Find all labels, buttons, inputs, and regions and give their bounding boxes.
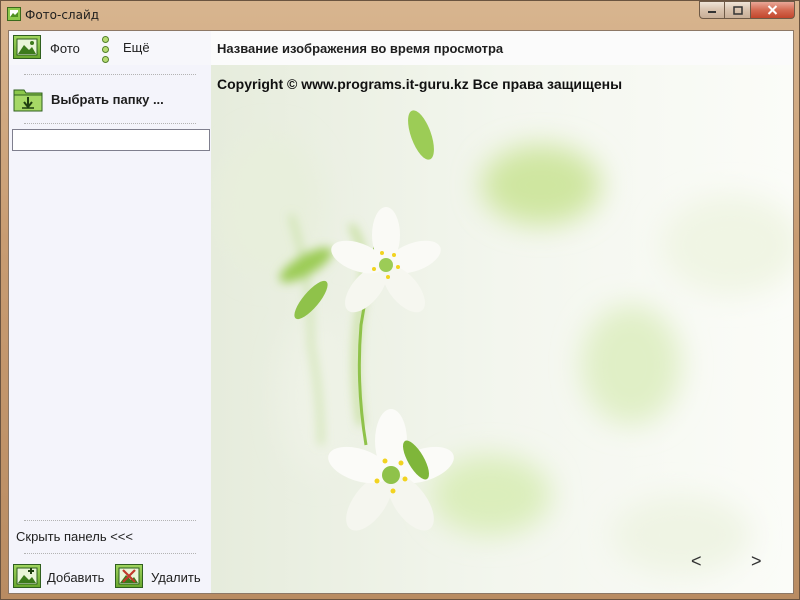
maximize-icon: [732, 5, 743, 15]
client-area: Фото Ещё Выбрать папку ... Скрыть панель…: [8, 30, 794, 594]
divider: [24, 74, 196, 75]
divider: [24, 553, 196, 554]
caption-buttons: [699, 1, 795, 19]
sidebar-toolbar: Фото Ещё: [9, 31, 211, 65]
photo-menu-label: Фото: [50, 41, 80, 56]
next-image-button[interactable]: >: [751, 551, 762, 572]
more-menu-label: Ещё: [123, 40, 150, 55]
app-icon: [7, 7, 21, 21]
photo-viewer: Название изображения во время просмотра: [211, 31, 793, 593]
hide-panel-link[interactable]: Скрыть панель <<<: [16, 529, 133, 544]
window-title: Фото-слайд: [25, 8, 100, 22]
delete-picture-icon: [115, 564, 143, 588]
add-picture-icon: [13, 564, 41, 588]
add-button[interactable]: Добавить: [13, 563, 111, 591]
photo-menu-button[interactable]: Фото: [13, 35, 93, 61]
title-bar[interactable]: Фото-слайд: [1, 1, 800, 29]
add-label: Добавить: [47, 570, 105, 585]
photo-image: [211, 65, 793, 593]
picture-icon: [13, 35, 41, 59]
more-menu-button[interactable]: Ещё: [101, 34, 161, 63]
close-icon: [767, 5, 778, 15]
app-window: Фото-слайд Фото Ещё Выбрать папку ... Ск…: [0, 0, 800, 600]
delete-label: Удалить: [151, 570, 201, 585]
vertical-dots-icon: [101, 36, 109, 63]
minimize-button[interactable]: [699, 1, 725, 19]
divider: [24, 123, 196, 124]
image-title-bar: Название изображения во время просмотра: [211, 31, 793, 65]
previous-image-button[interactable]: <: [691, 551, 702, 572]
divider: [24, 520, 196, 521]
folder-path-field[interactable]: [12, 129, 210, 151]
side-panel: Фото Ещё Выбрать папку ... Скрыть панель…: [9, 31, 211, 593]
folder-download-icon: [13, 89, 43, 112]
maximize-button[interactable]: [725, 1, 751, 19]
choose-folder-button[interactable]: Выбрать папку ...: [13, 85, 209, 115]
choose-folder-label: Выбрать папку ...: [51, 92, 164, 107]
image-title: Название изображения во время просмотра: [217, 41, 504, 56]
close-button[interactable]: [751, 1, 795, 19]
copyright-text: Copyright © www.programs.it-guru.kz Все …: [217, 76, 623, 92]
minimize-icon: [708, 11, 716, 13]
delete-button[interactable]: Удалить: [115, 563, 209, 591]
